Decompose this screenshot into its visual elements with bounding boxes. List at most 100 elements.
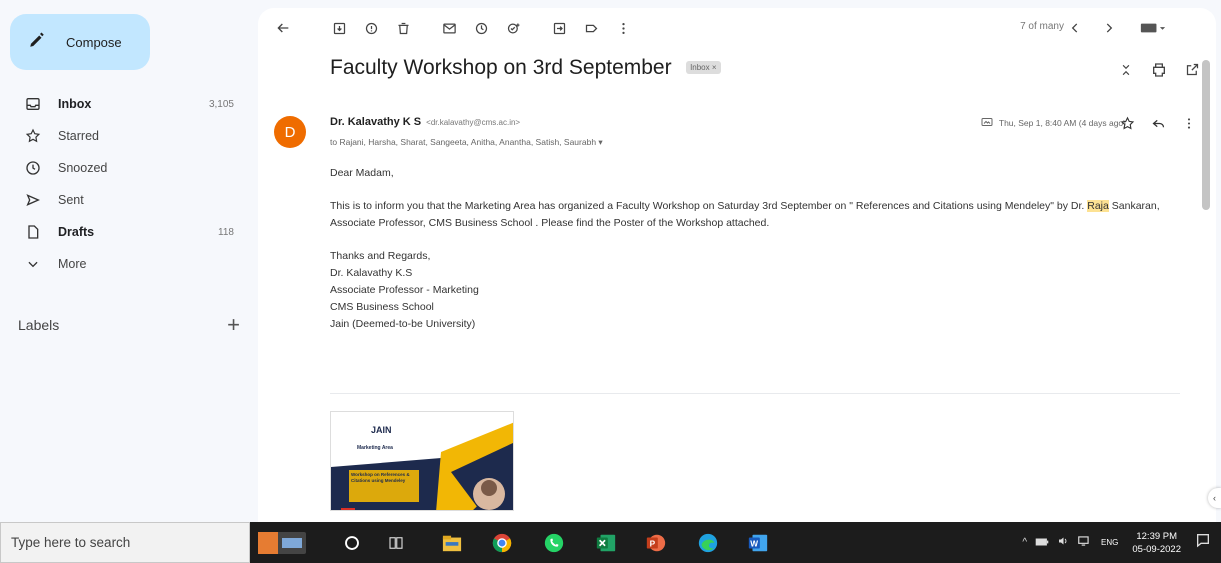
pencil-icon bbox=[28, 31, 46, 54]
battery-icon[interactable] bbox=[1035, 534, 1049, 552]
search-highlight-icon[interactable] bbox=[252, 528, 312, 558]
draft-icon bbox=[24, 223, 42, 241]
language-indicator[interactable]: ENG bbox=[1101, 538, 1118, 547]
keyboard-icon[interactable] bbox=[1138, 19, 1168, 37]
recipients-line[interactable]: to Rajani, Harsha, Sharat, Sangeeta, Ani… bbox=[330, 137, 603, 148]
snooze-icon[interactable] bbox=[472, 19, 490, 37]
sidebar-item-more[interactable]: More bbox=[0, 248, 250, 280]
body-paragraph: This is to inform you that the Marketing… bbox=[330, 198, 1200, 232]
open-new-window-icon[interactable] bbox=[1185, 62, 1200, 83]
sidebar-item-label: Starred bbox=[58, 129, 99, 143]
attachments-divider bbox=[330, 393, 1180, 394]
sidebar-item-label: Sent bbox=[58, 193, 84, 207]
sidebar-item-label: More bbox=[58, 257, 87, 271]
star-icon[interactable] bbox=[1120, 116, 1135, 136]
poster-area-text: Marketing Area bbox=[357, 445, 393, 451]
file-explorer-icon[interactable] bbox=[440, 531, 464, 555]
svg-text:P: P bbox=[650, 540, 656, 549]
message-body: Dear Madam, This is to inform you that t… bbox=[330, 165, 1200, 333]
inbox-icon bbox=[24, 95, 42, 113]
signature-line: CMS Business School bbox=[330, 301, 434, 313]
message-view: 7 of many Faculty Workshop on 3rd Septem… bbox=[258, 8, 1216, 522]
signature-line: Thanks and Regards, bbox=[330, 250, 431, 262]
sidebar-item-snoozed[interactable]: Snoozed bbox=[0, 152, 250, 184]
signature-line: Associate Professor - Marketing bbox=[330, 284, 479, 296]
cortana-icon[interactable] bbox=[340, 531, 364, 555]
nav-list: Inbox 3,105 Starred Snoozed Sent Drafts … bbox=[0, 88, 250, 280]
compose-label: Compose bbox=[66, 34, 122, 50]
move-to-icon[interactable] bbox=[550, 19, 568, 37]
signature-line: Dr. Kalavathy K.S bbox=[330, 267, 413, 279]
reply-icon[interactable] bbox=[1151, 116, 1166, 136]
sidebar-item-inbox[interactable]: Inbox 3,105 bbox=[0, 88, 250, 120]
report-spam-icon[interactable] bbox=[362, 19, 380, 37]
message-date: Thu, Sep 1, 8:40 AM (4 days ago) bbox=[998, 118, 1126, 128]
mark-unread-icon[interactable] bbox=[440, 19, 458, 37]
message-meta: Thu, Sep 1, 8:40 AM (4 days ago) bbox=[981, 117, 1126, 129]
edge-icon[interactable] bbox=[696, 531, 720, 555]
chevron-right-icon[interactable] bbox=[1100, 19, 1118, 37]
signature: Thanks and Regards, Dr. Kalavathy K.S As… bbox=[330, 248, 1200, 333]
word-icon[interactable]: W bbox=[746, 531, 770, 555]
sidebar-item-drafts[interactable]: Drafts 118 bbox=[0, 216, 250, 248]
subject-row: Faculty Workshop on 3rd September Inbox … bbox=[330, 56, 1200, 90]
sidebar: Compose Inbox 3,105 Starred Snoozed Sent… bbox=[0, 0, 250, 522]
svg-text:W: W bbox=[750, 540, 758, 549]
windows-taskbar: Type here to search P W ^ ENG 12:39 PM 0… bbox=[0, 522, 1221, 563]
excel-icon[interactable] bbox=[594, 531, 618, 555]
chrome-icon[interactable] bbox=[490, 531, 514, 555]
network-icon[interactable] bbox=[1077, 534, 1091, 552]
archive-icon[interactable] bbox=[330, 19, 348, 37]
add-task-icon[interactable] bbox=[504, 19, 522, 37]
inbox-count: 3,105 bbox=[208, 98, 234, 110]
print-icon[interactable] bbox=[1151, 62, 1167, 83]
task-view-icon[interactable] bbox=[384, 531, 408, 555]
sidebar-item-starred[interactable]: Starred bbox=[0, 120, 250, 152]
label-icon[interactable] bbox=[582, 19, 600, 37]
highlighted-term: Raja bbox=[1087, 200, 1109, 212]
message-toolbar: 7 of many bbox=[258, 8, 1216, 48]
sidebar-item-label: Inbox bbox=[58, 97, 92, 111]
greeting: Dear Madam, bbox=[330, 167, 394, 179]
side-panel-toggle[interactable]: ‹ bbox=[1208, 488, 1221, 508]
poster-image bbox=[331, 412, 513, 510]
clock[interactable]: 12:39 PM 05-09-2022 bbox=[1132, 530, 1181, 556]
drafts-count: 118 bbox=[218, 226, 234, 238]
inbox-badge[interactable]: Inbox × bbox=[686, 61, 721, 74]
chevron-left-icon[interactable] bbox=[1066, 19, 1084, 37]
delete-icon[interactable] bbox=[394, 19, 412, 37]
sender-avatar[interactable]: D bbox=[274, 116, 306, 148]
poster-title-text: Workshop on References & Citations using… bbox=[351, 472, 410, 483]
attachment-indicator-icon bbox=[981, 117, 993, 129]
clock-time: 12:39 PM bbox=[1136, 530, 1178, 542]
sender-line: Dr. Kalavathy K S <dr.kalavathy@cms.ac.i… bbox=[330, 116, 520, 128]
back-arrow-icon[interactable] bbox=[274, 19, 292, 37]
attachment-thumbnail[interactable]: JAIN Marketing Area Workshop on Referenc… bbox=[330, 411, 514, 511]
compose-button[interactable]: Compose bbox=[10, 14, 150, 70]
more-vert-icon[interactable] bbox=[1182, 116, 1196, 136]
star-icon bbox=[24, 127, 42, 145]
expand-all-icon[interactable] bbox=[1119, 62, 1133, 83]
send-icon bbox=[24, 191, 42, 209]
sender-name[interactable]: Dr. Kalavathy K S bbox=[330, 116, 421, 128]
subject-actions bbox=[1119, 62, 1200, 83]
clock-date: 05-09-2022 bbox=[1132, 543, 1181, 555]
message-actions bbox=[1120, 116, 1196, 136]
powerpoint-icon[interactable]: P bbox=[644, 531, 668, 555]
whatsapp-icon[interactable] bbox=[542, 531, 566, 555]
system-tray: ^ ENG 12:39 PM 05-09-2022 bbox=[1022, 522, 1221, 563]
add-label-button[interactable]: + bbox=[227, 312, 240, 338]
sidebar-item-sent[interactable]: Sent bbox=[0, 184, 250, 216]
notification-icon[interactable] bbox=[1195, 532, 1211, 553]
body-text: This is to inform you that the Marketing… bbox=[330, 200, 1088, 212]
sender-email: <dr.kalavathy@cms.ac.in> bbox=[426, 118, 521, 127]
scrollbar-thumb[interactable] bbox=[1202, 60, 1210, 210]
taskbar-search-input[interactable]: Type here to search bbox=[0, 522, 250, 563]
more-vert-icon[interactable] bbox=[614, 19, 632, 37]
labels-section: Labels + bbox=[18, 312, 240, 338]
volume-icon[interactable] bbox=[1057, 534, 1069, 552]
email-subject: Faculty Workshop on 3rd September bbox=[330, 56, 672, 79]
chevron-down-icon bbox=[24, 255, 42, 273]
chevron-up-icon[interactable]: ^ bbox=[1022, 537, 1027, 548]
poster-logo-text: JAIN bbox=[371, 425, 392, 435]
